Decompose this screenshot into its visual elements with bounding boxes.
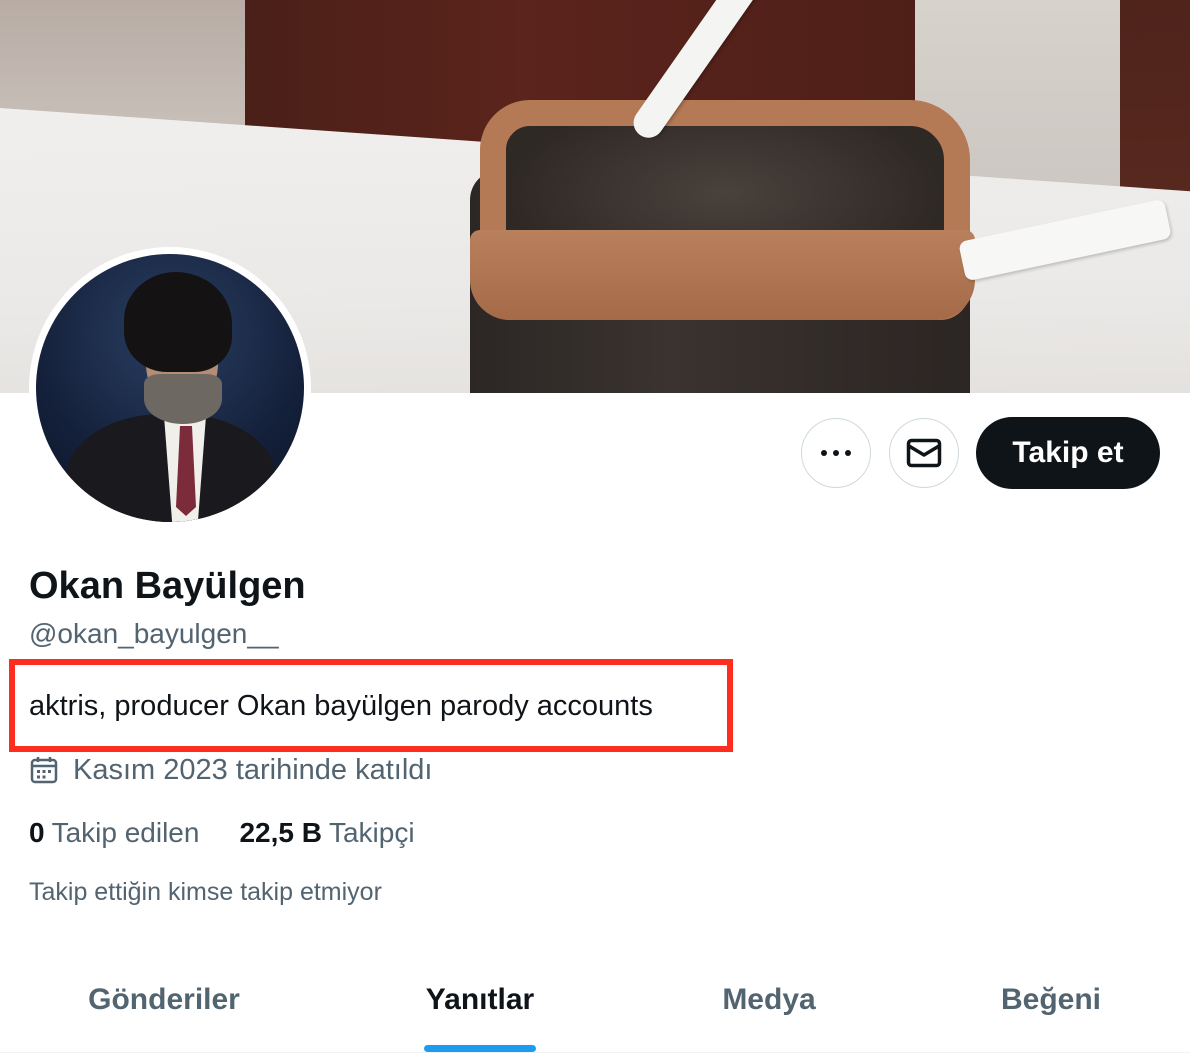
profile-bio: aktris, producer Okan bayülgen parody ac… bbox=[29, 690, 653, 722]
followers-count: 22,5 B bbox=[239, 817, 322, 848]
tab-likes[interactable]: Beğeni bbox=[1001, 983, 1101, 1023]
profile-tabs: Gönderiler Yanıtlar Medya Beğeni bbox=[0, 965, 1190, 1055]
followers-label: Takipçi bbox=[328, 817, 415, 848]
tab-media[interactable]: Medya bbox=[722, 983, 815, 1023]
follow-button[interactable]: Takip et bbox=[976, 417, 1160, 489]
tab-posts[interactable]: Gönderiler bbox=[88, 983, 240, 1023]
followers-link[interactable]: 22,5 B Takipçi bbox=[239, 817, 414, 849]
tabs-divider bbox=[0, 1052, 1190, 1053]
more-options-button[interactable] bbox=[801, 418, 871, 488]
more-dots-icon bbox=[821, 450, 851, 456]
profile-handle: @okan_bayulgen__ bbox=[29, 618, 279, 649]
profile-name: Okan Bayülgen bbox=[29, 565, 306, 607]
join-date-text: Kasım 2023 tarihinde katıldı bbox=[73, 753, 433, 786]
profile-page: Takip et Okan Bayülgen @okan_bayulgen__ … bbox=[0, 0, 1190, 1055]
avatar[interactable] bbox=[29, 247, 311, 529]
following-count: 0 bbox=[29, 817, 45, 848]
message-button[interactable] bbox=[889, 418, 959, 488]
avatar-photo bbox=[36, 254, 304, 522]
tab-replies[interactable]: Yanıtlar bbox=[426, 983, 534, 1023]
follow-stats: 0 Takip edilen 22,5 B Takipçi bbox=[29, 815, 415, 851]
envelope-icon bbox=[906, 438, 942, 468]
join-date: Kasım 2023 tarihinde katıldı bbox=[29, 752, 432, 788]
active-tab-indicator bbox=[424, 1045, 536, 1052]
followed-by-note: Takip ettiğin kimse takip etmiyor bbox=[29, 878, 382, 906]
following-link[interactable]: 0 Takip edilen bbox=[29, 817, 199, 849]
following-label: Takip edilen bbox=[51, 817, 200, 848]
calendar-icon bbox=[30, 757, 58, 784]
